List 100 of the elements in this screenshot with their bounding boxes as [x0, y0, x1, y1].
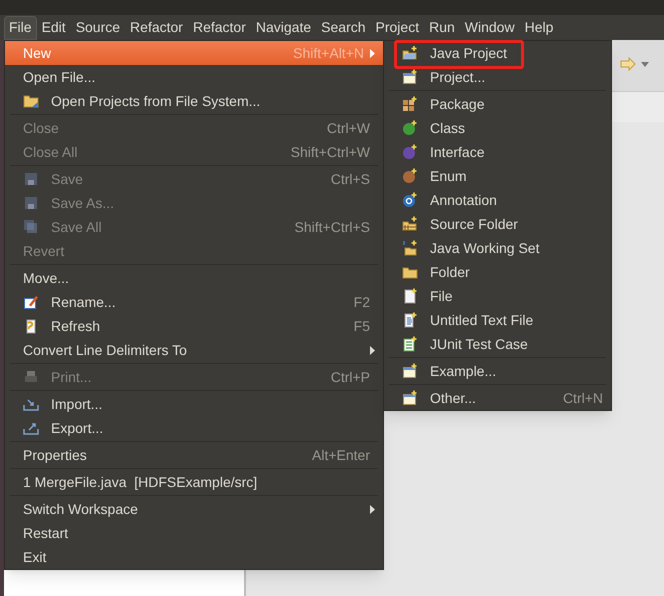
menu-item-label: Untitled Text File	[430, 310, 534, 330]
shortcut-label: Ctrl+S	[330, 170, 370, 188]
menu-item[interactable]: File	[4, 16, 37, 40]
menu-item[interactable]: Open File...	[5, 65, 383, 89]
text-file-icon	[402, 312, 418, 328]
menu-item-label: Class	[430, 118, 466, 138]
printer-icon	[23, 369, 39, 385]
menu-item[interactable]: Move...	[5, 266, 383, 290]
menu-item[interactable]: Run	[424, 16, 460, 40]
shortcut-label: Shift+Alt+N	[293, 44, 364, 62]
shortcut-label: Shift+Ctrl+W	[290, 142, 370, 162]
submenu-item[interactable]: Annotation	[384, 188, 611, 212]
menu-item[interactable]: Open Projects from File System...	[5, 89, 383, 113]
menu-item[interactable]: Search	[316, 16, 371, 40]
circle-icon	[402, 144, 418, 160]
shortcut-label: Alt+Enter	[312, 446, 370, 464]
menu-item-label: Folder	[430, 262, 470, 282]
dropdown-arrow-icon[interactable]	[641, 62, 649, 67]
menu-item[interactable]: Refresh F5	[5, 314, 383, 338]
submenu-item[interactable]: Example...	[384, 359, 611, 383]
forward-arrow-icon[interactable]	[620, 57, 636, 71]
menu-item-label: Import...	[51, 394, 102, 414]
menu-item[interactable]: Window	[460, 16, 520, 40]
menu-item-label: Refresh	[51, 316, 100, 336]
submenu-item[interactable]: Source Folder	[384, 212, 611, 236]
menu-item-label: Enum	[430, 166, 467, 186]
menu-item[interactable]: Rename... F2	[5, 290, 383, 314]
submenu-item[interactable]: Untitled Text File	[384, 308, 611, 332]
new-window-icon	[402, 363, 418, 379]
menu-item-label: Close All	[23, 142, 78, 162]
submenu-item[interactable]: Enum	[384, 164, 611, 188]
menu-item-label: Open File...	[23, 68, 96, 87]
menu-item-label: Project...	[430, 68, 486, 87]
new-folder-icon	[402, 240, 418, 256]
menu-item-label: Revert	[23, 242, 64, 260]
menu-item[interactable]: 1 MergeFile.java [HDFSExample/src]	[5, 470, 383, 494]
circle-icon	[402, 168, 418, 184]
menu-item[interactable]: Refactor	[125, 16, 188, 40]
shortcut-label: Ctrl+P	[330, 368, 370, 386]
shortcut-label: F2	[354, 292, 370, 312]
menu-item-label: Close	[23, 118, 59, 138]
shortcut-label: Shift+Ctrl+S	[294, 218, 370, 236]
menu-item[interactable]: Help	[520, 16, 558, 40]
submenu-item[interactable]: Class	[384, 116, 611, 140]
submenu-item[interactable]: Interface	[384, 140, 611, 164]
submenu-item[interactable]: File	[384, 284, 611, 308]
new-folder-icon	[402, 45, 418, 61]
menu-item-label: Source Folder	[430, 214, 518, 234]
folder-icon	[23, 93, 39, 109]
menu-item-label: Save As...	[51, 194, 114, 212]
submenu-item[interactable]: JUnit Test Case	[384, 332, 611, 356]
menu-item[interactable]: Convert Line Delimiters To	[5, 338, 383, 362]
menu-item[interactable]: Switch Workspace	[5, 497, 383, 521]
menu-item-label: Annotation	[430, 190, 497, 210]
menu-item-label: Open Projects from File System...	[51, 92, 260, 111]
submenu-arrow-icon	[370, 48, 375, 58]
menu-item-label: Move...	[23, 268, 69, 288]
pencil-icon	[23, 294, 39, 310]
submenu-item[interactable]: Java Project	[384, 41, 611, 65]
menu-item[interactable]: Import...	[5, 392, 383, 416]
menu-item-label: Save All	[51, 218, 102, 236]
menu-item-label: Example...	[430, 362, 496, 381]
menu-item[interactable]: Export...	[5, 416, 383, 440]
menu-item[interactable]: Edit	[36, 16, 71, 40]
menu-item-label: Other...	[430, 388, 476, 408]
menu-item-label: Properties	[23, 446, 87, 465]
menu-item-label: Java Working Set	[430, 238, 540, 258]
menu-item[interactable]: Exit	[5, 545, 383, 569]
menu-item-label: Export...	[51, 418, 104, 438]
document-icon	[402, 336, 418, 352]
menu-item-label: Interface	[430, 142, 484, 162]
menu-item-label: Save	[51, 170, 83, 188]
shortcut-label: Ctrl+N	[562, 388, 603, 408]
menu-item-label: File	[430, 286, 453, 306]
new-file-icon	[402, 288, 418, 304]
menu-item-label: Exit	[23, 548, 46, 566]
menu-item-label: Package	[430, 94, 484, 114]
submenu-arrow-icon	[370, 504, 375, 514]
submenu-item[interactable]: Project...	[384, 65, 611, 89]
menu-item[interactable]: Restart	[5, 521, 383, 545]
menu-item-label: 1 MergeFile.java [HDFSExample/src]	[23, 472, 258, 492]
menu-item[interactable]: Properties Alt+Enter	[5, 443, 383, 467]
menu-item[interactable]: Refactor	[188, 16, 251, 40]
package-icon	[402, 96, 418, 112]
menu-item[interactable]: Navigate	[250, 16, 316, 40]
circle-icon	[402, 192, 418, 208]
menu-item-label: Restart	[23, 524, 68, 542]
menu-item-label: Switch Workspace	[23, 500, 138, 519]
circle-icon	[402, 120, 418, 136]
submenu-item[interactable]: Java Working Set	[384, 236, 611, 260]
menu-item-label: New	[23, 44, 52, 62]
menu-item[interactable]: Source	[70, 16, 126, 40]
submenu-item[interactable]: Package	[384, 92, 611, 116]
menu-item-label: Convert Line Delimiters To	[23, 340, 187, 360]
menu-item[interactable]: Project	[370, 16, 424, 40]
menu-item-label: Java Project	[430, 44, 508, 63]
new-window-icon	[402, 69, 418, 85]
submenu-item[interactable]: Other... Ctrl+N	[384, 386, 611, 410]
submenu-item[interactable]: Folder	[384, 260, 611, 284]
menu-item-label: Rename...	[51, 292, 116, 312]
